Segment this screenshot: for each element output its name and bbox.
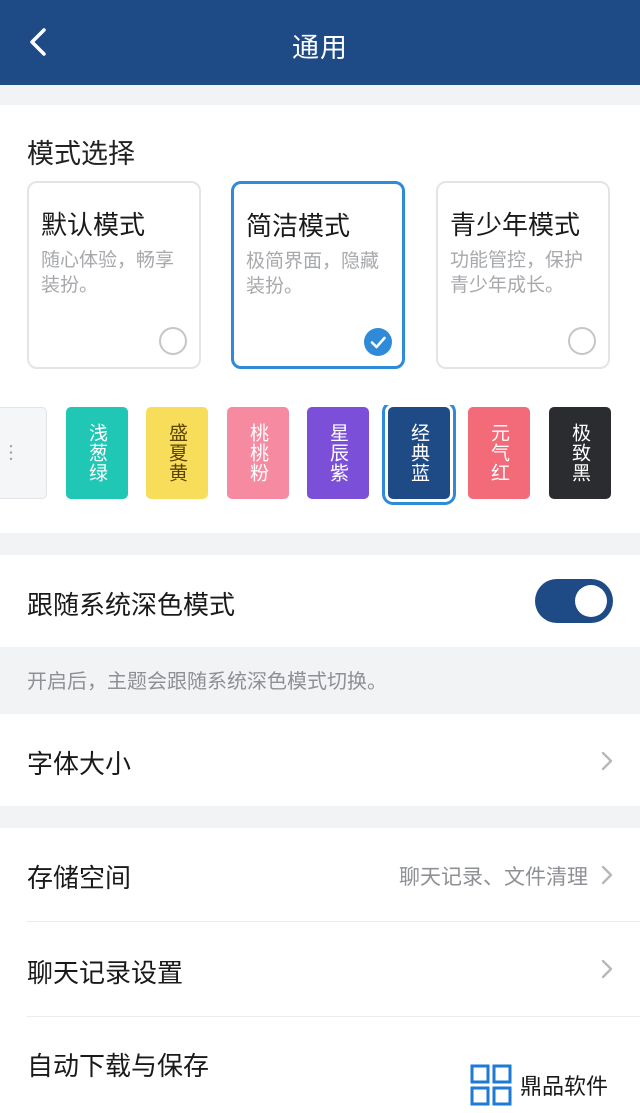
mode-card-default[interactable]: 默认模式 随心体验，畅享装扮。 — [27, 181, 201, 369]
mode-selection-panel: 模式选择 默认模式 随心体验，畅享装扮。 简洁模式 极简界面，隐藏装扮。 青少年… — [0, 105, 640, 533]
chevron-right-icon — [601, 751, 613, 771]
theme-swatch-purple[interactable]: 星辰紫 — [307, 407, 369, 499]
theme-swatch-pink[interactable]: 桃桃粉 — [227, 407, 289, 499]
theme-swatch-green[interactable]: 浅葱绿 — [66, 407, 128, 499]
radio-unchecked-icon[interactable] — [568, 327, 596, 355]
theme-swatch-blue[interactable]: 经典蓝 — [388, 407, 450, 499]
watermark-logo: 鼎品软件 — [470, 1063, 630, 1107]
dark-mode-hint: 开启后，主题会跟随系统深色模式切换。 — [27, 669, 387, 693]
checkmark-icon[interactable] — [364, 328, 392, 356]
chevron-right-icon — [601, 959, 613, 979]
row-divider — [27, 921, 640, 922]
mode-desc: 功能管控，保护青少年成长。 — [450, 249, 584, 296]
theme-label: 星辰紫 — [327, 423, 349, 483]
mode-section-title: 模式选择 — [27, 139, 135, 170]
auto-download-label: 自动下载与保存 — [27, 1052, 210, 1082]
brand-logo-icon — [470, 1064, 512, 1106]
theme-swatch-black[interactable]: 极致黑 — [549, 407, 611, 499]
dark-mode-toggle[interactable] — [535, 579, 613, 623]
mode-name: 默认模式 — [41, 211, 146, 241]
theme-label: 极致黑 — [569, 423, 591, 483]
dark-mode-label: 跟随系统深色模式 — [27, 591, 236, 621]
theme-label: 盛夏黄 — [166, 423, 188, 483]
storage-label: 存储空间 — [27, 864, 132, 894]
theme-swatch-yellow[interactable]: 盛夏黄 — [146, 407, 208, 499]
font-size-label: 字体大小 — [27, 750, 132, 780]
page-title: 通用 — [292, 33, 348, 64]
theme-label: … — [5, 443, 27, 463]
theme-label: 元气红 — [488, 423, 510, 483]
theme-label: 浅葱绿 — [86, 423, 108, 483]
theme-swatch-row[interactable]: … 浅葱绿 盛夏黄 桃桃粉 星辰紫 经典蓝 元气红 极致黑 — [0, 405, 640, 505]
theme-swatch-red[interactable]: 元气红 — [468, 407, 530, 499]
watermark-text: 鼎品软件 — [520, 1075, 609, 1100]
toggle-knob — [575, 585, 607, 617]
row-divider — [27, 1016, 640, 1017]
theme-label: 经典蓝 — [408, 423, 430, 483]
mode-desc: 随心体验，畅享装扮。 — [41, 249, 175, 296]
top-nav-bar: 通用 — [0, 0, 640, 85]
storage-detail: 聊天记录、文件清理 — [399, 865, 588, 889]
mode-card-teen[interactable]: 青少年模式 功能管控，保护青少年成长。 — [436, 181, 610, 369]
chevron-right-icon — [601, 865, 613, 885]
radio-unchecked-icon[interactable] — [159, 327, 187, 355]
dark-mode-row: 跟随系统深色模式 — [0, 555, 640, 647]
mode-name: 青少年模式 — [450, 211, 581, 241]
theme-swatch-partial[interactable]: … — [0, 407, 47, 499]
mode-card-simple[interactable]: 简洁模式 极简界面，隐藏装扮。 — [231, 181, 405, 369]
mode-desc: 极简界面，隐藏装扮。 — [246, 250, 380, 297]
mode-name: 简洁模式 — [246, 212, 351, 242]
theme-label: 桃桃粉 — [247, 423, 269, 483]
chat-history-label: 聊天记录设置 — [27, 959, 184, 989]
font-size-row[interactable]: 字体大小 — [0, 714, 640, 806]
